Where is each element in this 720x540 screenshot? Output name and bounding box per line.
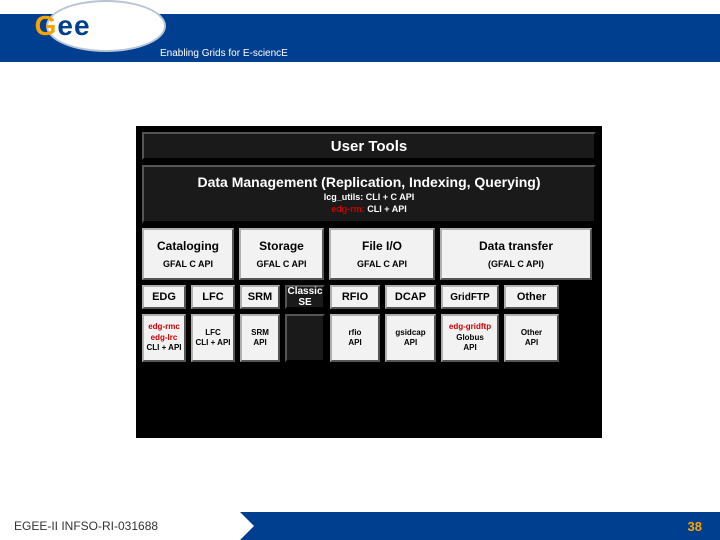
page-title: Data Management API [290,12,583,44]
datatransfer-api: (GFAL C API) [488,259,544,269]
logo-letter: e [57,10,74,41]
architecture-diagram: User Tools Data Management (Replication,… [136,126,602,438]
dm-edg-line: edg-rm: CLI + API [331,204,406,214]
dm-title: Data Management (Replication, Indexing, … [197,174,540,190]
rfio-box: RFIO [330,285,380,309]
logo-letter: e [18,10,35,41]
page-number: 38 [688,519,702,534]
dm-lcg-label: lcg_utils: [324,192,364,202]
edg-box: EDG [142,285,186,309]
other-api-box: Other API [504,314,559,362]
dm-edg-val: CLI + API [367,204,406,214]
logo-text: eGee [18,10,91,42]
gftp-api: API [463,343,476,353]
cataloging-box: Cataloging GFAL C API [142,228,234,280]
srm-api: API [253,338,266,348]
data-management-box: Data Management (Replication, Indexing, … [142,165,596,223]
logo: eGee [8,0,158,62]
logo-letter: e [74,10,91,41]
storage-api: GFAL C API [256,259,306,269]
edg-gridftp: edg-gridftp [449,322,491,332]
layer-protocols: EDG LFC SRM Classic SE RFIO DCAP GridFTP… [142,285,596,309]
classic-se-api-box [285,314,325,362]
other-label: Other [521,328,542,338]
dm-lcg-val: CLI + C API [366,192,414,202]
rfio-api-box: rfio API [330,314,380,362]
edg-api-box: edg-rmc edg-lrc CLI + API [142,314,186,362]
storage-box: Storage GFAL C API [239,228,324,280]
datatransfer-box: Data transfer (GFAL C API) [440,228,592,280]
layer-services: Cataloging GFAL C API Storage GFAL C API… [142,228,596,280]
logo-letter: G [35,10,58,41]
dm-lcg-line: lcg_utils: CLI + C API [324,192,414,202]
cataloging-title: Cataloging [157,239,219,253]
fileio-title: File I/O [362,239,402,253]
lfc-label: LFC [205,328,221,338]
gridftp-box: GridFTP [441,285,499,309]
edg-lrc: edg-lrc [151,333,178,343]
datatransfer-title: Data transfer [479,239,553,253]
rfio-label: rfio [349,328,362,338]
dcap-api: API [404,338,417,348]
user-tools-box: User Tools [142,132,596,160]
lfc-cli: CLI + API [195,338,230,348]
fileio-box: File I/O GFAL C API [329,228,435,280]
lfc-api-box: LFC CLI + API [191,314,235,362]
fileio-api: GFAL C API [357,259,407,269]
globus: Globus [456,333,484,343]
edg-cli: CLI + API [146,343,181,353]
tagline: Enabling Grids for E-sciencE [160,48,288,59]
classic-se-box: Classic SE [285,285,325,309]
dcap-box: DCAP [385,285,436,309]
footer: EGEE-II INFSO-RI-031688 38 [0,512,720,540]
srm-label: SRM [251,328,269,338]
layer-apis: edg-rmc edg-lrc CLI + API LFC CLI + API … [142,314,596,362]
edg-rmc: edg-rmc [148,322,180,332]
storage-title: Storage [259,239,304,253]
dcap-api-box: gsidcap API [385,314,436,362]
lfc-box: LFC [191,285,235,309]
srm-box: SRM [240,285,280,309]
other-api: API [525,338,538,348]
gsidcap-label: gsidcap [395,328,425,338]
layer-data-management: Data Management (Replication, Indexing, … [142,165,596,223]
cataloging-api: GFAL C API [163,259,213,269]
gridftp-api-box: edg-gridftp Globus API [441,314,499,362]
rfio-api: API [348,338,361,348]
footer-ref: EGEE-II INFSO-RI-031688 [0,512,240,540]
other-box: Other [504,285,559,309]
srm-api-box: SRM API [240,314,280,362]
dm-edg-label: edg-rm: [331,204,365,214]
layer-user-tools: User Tools [142,132,596,160]
